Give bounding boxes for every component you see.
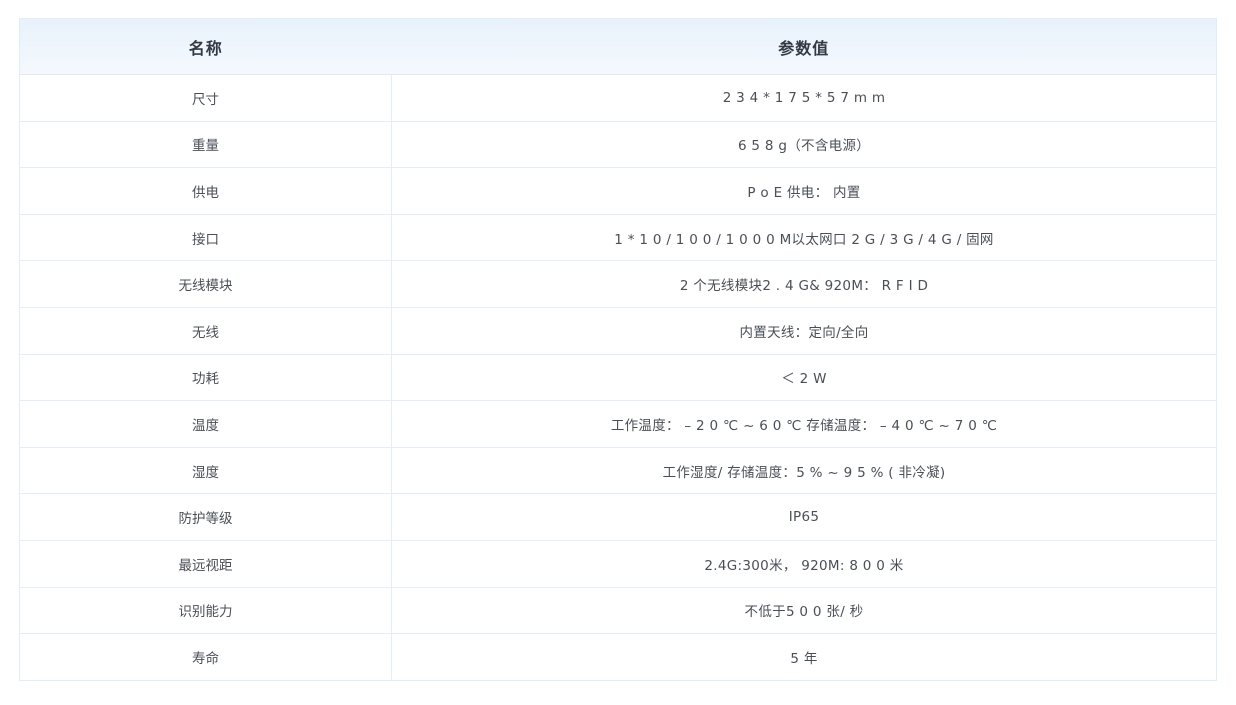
table-row: 寿命 5 年 — [19, 633, 1217, 681]
param-value: 1 * 1 0 / 1 0 0 / 1 0 0 0 M以太网口 2 G / 3 … — [391, 213, 1217, 261]
table-row: 湿度 工作湿度/ 存储温度：5 % ~ 9 5 % ( 非冷凝) — [19, 446, 1217, 494]
param-value: IP65 — [391, 493, 1217, 541]
table-row: 温度 工作温度： – 2 0 ℃ ~ 6 0 ℃ 存储温度： – 4 0 ℃ ~… — [19, 400, 1217, 448]
param-value: 6 5 8 g（不含电源） — [391, 120, 1217, 168]
param-value: 工作温度： – 2 0 ℃ ~ 6 0 ℃ 存储温度： – 4 0 ℃ ~ 7 … — [391, 400, 1217, 448]
table-header-row: 名称 参数值 — [19, 18, 1217, 75]
param-value: 内置天线：定向/全向 — [391, 306, 1217, 355]
table-row: 识别能力 不低于5 0 0 张/ 秒 — [19, 586, 1217, 634]
table-row: 重量 6 5 8 g（不含电源） — [19, 120, 1217, 168]
param-value: 5 年 — [391, 633, 1217, 681]
param-value: 不低于5 0 0 张/ 秒 — [391, 586, 1217, 634]
table-row: 供电 P o E 供电： 内置 — [19, 167, 1217, 215]
header-value: 参数值 — [391, 18, 1217, 75]
param-name: 尺寸 — [19, 74, 392, 122]
param-name: 寿命 — [19, 633, 392, 681]
table-row: 无线模块 2 个无线模块2 . 4 G& 920M： R F I D — [19, 260, 1217, 308]
param-name: 防护等级 — [19, 493, 392, 541]
param-name: 接口 — [19, 213, 392, 261]
param-value: 2 3 4 * 1 7 5 * 5 7 m m — [391, 74, 1217, 122]
param-name: 温度 — [19, 400, 392, 448]
param-name: 供电 — [19, 167, 392, 215]
table-row: 尺寸 2 3 4 * 1 7 5 * 5 7 m m — [19, 74, 1217, 122]
table-row: 最远视距 2.4G:300米， 920M: 8 0 0 米 — [19, 539, 1217, 588]
spec-table: 名称 参数值 尺寸 2 3 4 * 1 7 5 * 5 7 m m 重量 6 5… — [19, 18, 1217, 681]
param-value: P o E 供电： 内置 — [391, 167, 1217, 215]
param-value: ＜ 2 W — [391, 353, 1217, 401]
table-row: 接口 1 * 1 0 / 1 0 0 / 1 0 0 0 M以太网口 2 G /… — [19, 213, 1217, 261]
param-value: 2.4G:300米， 920M: 8 0 0 米 — [391, 539, 1217, 588]
param-name: 湿度 — [19, 446, 392, 494]
header-name: 名称 — [19, 18, 392, 75]
table-row: 无线 内置天线：定向/全向 — [19, 306, 1217, 355]
param-value: 2 个无线模块2 . 4 G& 920M： R F I D — [391, 260, 1217, 308]
param-name: 识别能力 — [19, 586, 392, 634]
param-name: 最远视距 — [19, 539, 392, 588]
table-row: 功耗 ＜ 2 W — [19, 353, 1217, 401]
param-name: 功耗 — [19, 353, 392, 401]
param-name: 无线模块 — [19, 260, 392, 308]
param-name: 重量 — [19, 120, 392, 168]
param-name: 无线 — [19, 306, 392, 355]
table-row: 防护等级 IP65 — [19, 493, 1217, 541]
param-value: 工作湿度/ 存储温度：5 % ~ 9 5 % ( 非冷凝) — [391, 446, 1217, 494]
